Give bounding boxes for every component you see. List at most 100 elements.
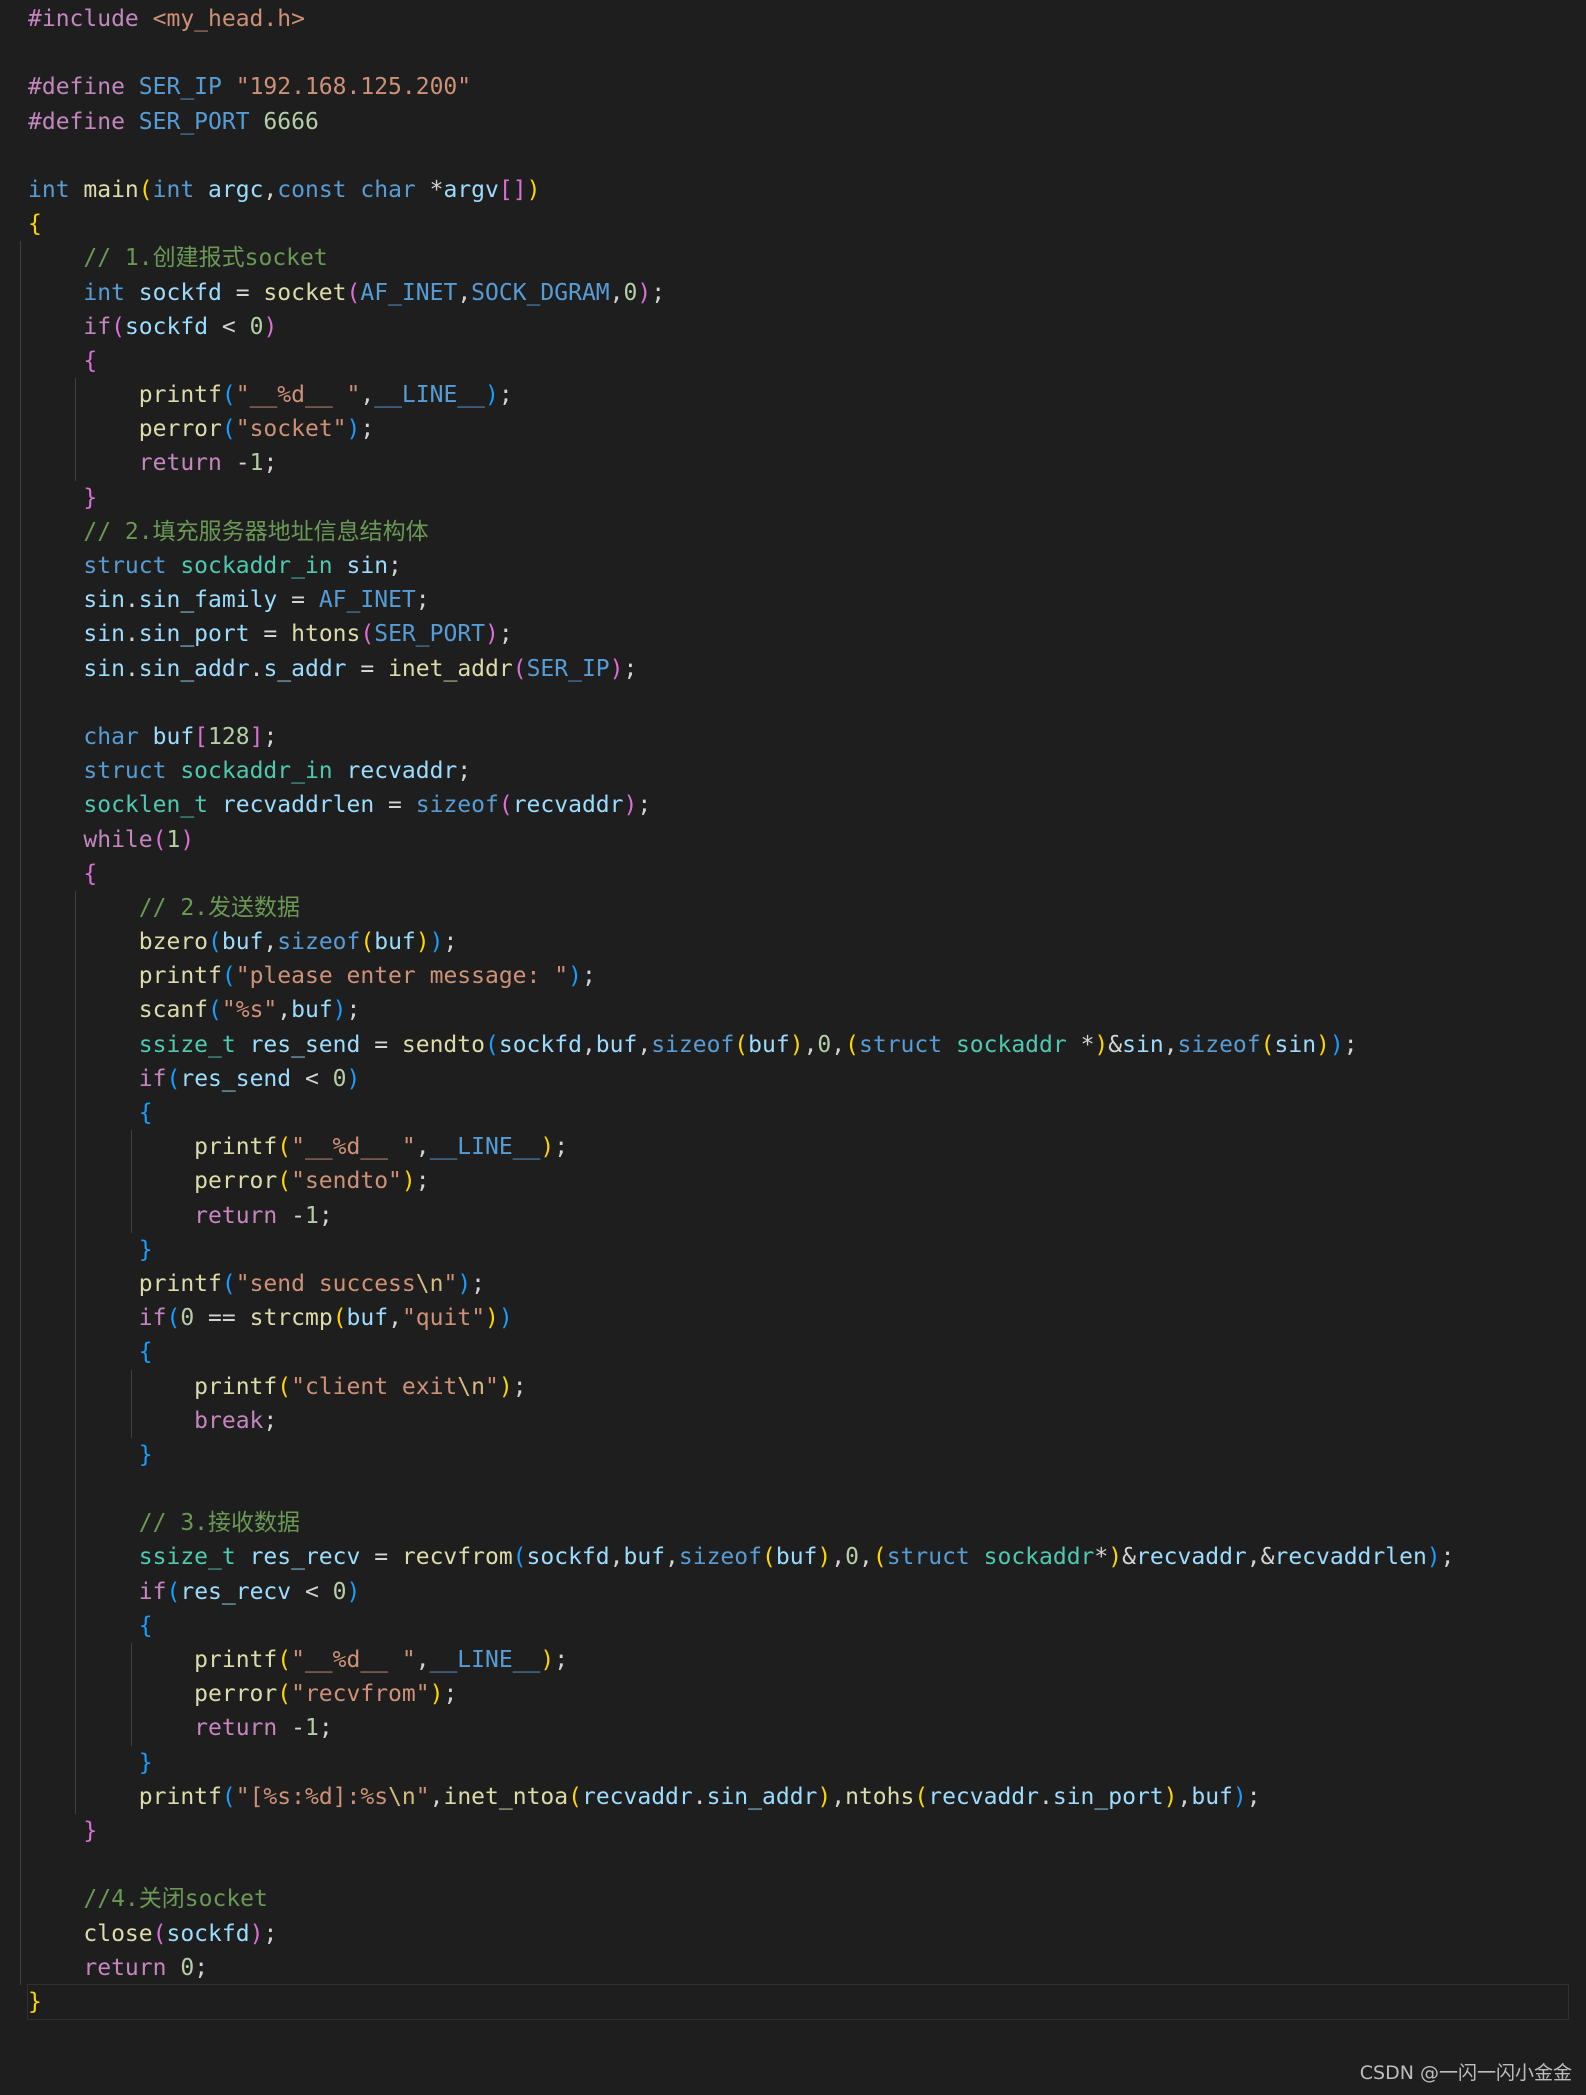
code-token: recvaddr (581, 1783, 693, 1810)
code-line[interactable]: printf("__%d__ ",__LINE__); (20, 378, 1568, 413)
code-line[interactable]: } (20, 1437, 1568, 1473)
code-token: "client exit (291, 1373, 458, 1400)
code-line[interactable]: printf("please enter message: "); (20, 959, 1568, 994)
indent-guide (20, 1232, 21, 1267)
code-line[interactable]: if(res_recv < 0) (20, 1574, 1568, 1609)
indent-guide (75, 890, 77, 926)
code-token: char (28, 723, 153, 750)
code-line[interactable]: printf("send success\n"); (20, 1266, 1568, 1302)
code-line[interactable]: { (28, 207, 1568, 241)
code-line[interactable]: int sockfd = socket(AF_INET,SOCK_DGRAM,0… (20, 275, 1568, 310)
code-token: ) (1232, 1783, 1247, 1810)
code-token: ; (443, 929, 458, 956)
code-token: ( (166, 1578, 181, 1605)
code-token: ( (221, 1783, 236, 1810)
code-line[interactable]: if(0 == strcmp(buf,"quit")) (20, 1301, 1568, 1336)
code-token: , (457, 279, 472, 306)
code-token: , (609, 1544, 624, 1571)
code-line[interactable]: break; (20, 1403, 1568, 1438)
code-line[interactable]: // 3.接收数据 (20, 1506, 1568, 1541)
code-line[interactable]: bzero(buf,sizeof(buf)); (20, 925, 1568, 960)
code-line[interactable]: { (20, 1608, 1568, 1643)
code-token: , (415, 1647, 430, 1673)
code-line[interactable]: // 1.创建报式socket (20, 241, 1568, 276)
code-line[interactable]: if(res_send < 0) (20, 1061, 1568, 1096)
code-editor[interactable]: #include <my_head.h> #define SER_IP "192.… (0, 0, 1586, 2095)
code-line[interactable]: { (20, 1335, 1568, 1370)
code-line[interactable]: socklen_t recvaddrlen = sizeof(recvaddr)… (20, 788, 1568, 823)
code-line[interactable]: } (20, 1813, 1568, 1849)
code-line[interactable]: // 2.发送数据 (20, 890, 1568, 926)
code-token: sockfd (498, 1031, 582, 1058)
code-line[interactable]: ssize_t res_send = sendto(sockfd,buf,siz… (20, 1027, 1568, 1062)
indent-guide (20, 993, 21, 1028)
code-line[interactable]: return -1; (20, 1198, 1568, 1233)
code-line[interactable] (28, 139, 1568, 173)
code-line[interactable]: scanf("%s",buf); (20, 993, 1568, 1028)
code-line[interactable]: struct sockaddr_in sin; (20, 549, 1568, 584)
code-line[interactable] (20, 1472, 1568, 1507)
code-token: - (235, 450, 250, 477)
code-line[interactable]: } (27, 1983, 1569, 2021)
code-line[interactable]: sin.sin_port = htons(SER_PORT); (20, 617, 1568, 652)
code-line[interactable]: return -1; (20, 1711, 1568, 1746)
code-token: { (28, 347, 98, 374)
indent-guide (75, 1198, 77, 1233)
code-token: , (263, 176, 278, 203)
code-line[interactable]: { (20, 1096, 1568, 1131)
code-line[interactable]: { (20, 343, 1568, 379)
code-token: ) (1426, 1544, 1441, 1571)
code-line[interactable]: // 2.填充服务器地址信息结构体 (20, 514, 1568, 549)
code-line[interactable]: while(1) (20, 822, 1568, 857)
code-line[interactable]: #define SER_IP "192.168.125.200" (28, 70, 1568, 104)
code-line[interactable]: struct sockaddr_in recvaddr; (20, 754, 1568, 789)
code-line[interactable]: } (20, 1232, 1568, 1267)
code-line[interactable]: close(sockfd); (20, 1916, 1568, 1951)
indent-guide (75, 1745, 77, 1780)
code-line[interactable]: } (20, 1745, 1568, 1780)
code-line[interactable]: printf("[%s:%d]:%s\n",inet_ntoa(recvaddr… (20, 1779, 1568, 1814)
code-token: ) (249, 1920, 264, 1947)
indent-guide (130, 1130, 132, 1165)
code-area[interactable]: #include <my_head.h> #define SER_IP "192.… (20, 2, 1569, 2021)
code-line[interactable]: } (20, 480, 1568, 515)
code-token: 1 (249, 450, 264, 477)
code-token: perror (28, 416, 222, 443)
code-line[interactable]: #define SER_PORT 6666 (28, 105, 1568, 139)
indent-guide (20, 378, 21, 413)
indent-guide (20, 1198, 21, 1233)
code-token: & (1122, 1544, 1136, 1571)
code-line[interactable]: sin.sin_family = AF_INET; (20, 583, 1568, 618)
indent-guide (130, 1164, 132, 1199)
code-line[interactable]: sin.sin_addr.s_addr = inet_addr(SER_IP); (20, 651, 1568, 686)
code-line[interactable]: int main(int argc,const char *argv[]) (28, 173, 1568, 207)
code-line[interactable]: return 0; (20, 1950, 1568, 1985)
indent-guide (20, 1164, 21, 1199)
code-line[interactable]: char buf[128]; (20, 719, 1568, 755)
code-line[interactable]: ssize_t res_recv = recvfrom(sockfd,buf,s… (20, 1540, 1568, 1575)
code-line[interactable]: printf("__%d__ ",__LINE__); (20, 1643, 1568, 1678)
code-line[interactable]: perror("socket"); (20, 412, 1568, 447)
code-token: \n (457, 1373, 485, 1400)
code-line[interactable]: return -1; (20, 446, 1568, 481)
code-line[interactable] (20, 685, 1568, 720)
code-token: } (28, 1749, 153, 1776)
code-line[interactable]: if(sockfd < 0) (20, 309, 1568, 344)
code-token: return (28, 1715, 292, 1742)
indent-guide (20, 1061, 21, 1096)
code-token: sin (1122, 1031, 1164, 1058)
code-token: ( (221, 382, 236, 409)
code-line[interactable] (28, 36, 1568, 70)
code-line[interactable]: perror("sendto"); (20, 1164, 1568, 1199)
code-line[interactable]: #include <my_head.h> (28, 2, 1568, 36)
indent-guide (20, 1437, 21, 1473)
code-token: = (221, 279, 264, 306)
code-line[interactable]: perror("recvfrom"); (20, 1677, 1568, 1712)
code-line[interactable]: //4.关闭socket (20, 1882, 1568, 1917)
code-line[interactable] (20, 1848, 1568, 1883)
code-token: ) (429, 1681, 444, 1708)
code-token: socket (263, 279, 347, 306)
code-line[interactable]: { (20, 856, 1568, 891)
code-line[interactable]: printf("__%d__ ",__LINE__); (20, 1130, 1568, 1165)
code-line[interactable]: printf("client exit\n"); (20, 1369, 1568, 1404)
